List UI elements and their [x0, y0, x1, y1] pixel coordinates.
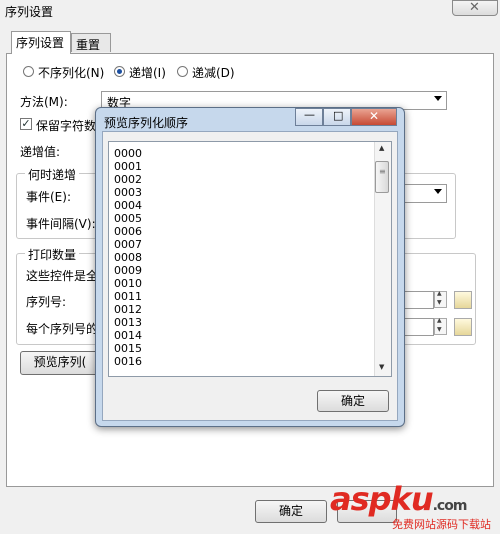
- event-select[interactable]: [402, 184, 447, 203]
- preview-ok-button[interactable]: 确定: [317, 390, 389, 412]
- sequence-item[interactable]: 0016: [114, 355, 142, 368]
- tab-label: 重置: [76, 38, 101, 52]
- title-bar: [0, 0, 500, 20]
- print-desc: 这些控件是全: [26, 269, 99, 283]
- sequence-item[interactable]: 0015: [114, 342, 142, 355]
- close-icon: ✕: [369, 109, 380, 123]
- event-label: 事件(E):: [26, 190, 71, 204]
- increment-label: 递增值:: [20, 145, 61, 159]
- serial-input[interactable]: [404, 291, 434, 309]
- button-label: 预览序列(: [33, 355, 87, 369]
- sequence-item[interactable]: 0012: [114, 303, 142, 316]
- close-icon: ✕: [469, 0, 480, 15]
- sequence-item[interactable]: 0005: [114, 212, 142, 225]
- button-label: 确定: [340, 394, 365, 408]
- button-label: 确定: [278, 504, 303, 518]
- watermark-logo: aspku.com: [330, 480, 467, 518]
- serial-spinner[interactable]: [434, 290, 447, 308]
- sequence-item[interactable]: 0014: [114, 329, 142, 342]
- minimize-button[interactable]: —: [295, 108, 323, 126]
- chevron-down-icon: [434, 96, 442, 101]
- radio-decrement[interactable]: [177, 66, 188, 77]
- watermark-subtitle: 免费网站源码下载站: [392, 518, 491, 531]
- sequence-item[interactable]: 0007: [114, 238, 142, 251]
- ok-button[interactable]: 确定: [255, 500, 327, 523]
- keep-chars-checkbox[interactable]: ✓: [20, 118, 32, 130]
- serial-label: 序列号:: [26, 295, 67, 309]
- interval-label: 事件间隔(V):: [26, 217, 96, 231]
- each-serial-label: 每个序列号的: [26, 322, 99, 336]
- serial-picker-icon[interactable]: [454, 291, 472, 309]
- each-serial-spinner[interactable]: [434, 317, 447, 335]
- each-serial-input[interactable]: [404, 318, 434, 336]
- sequence-item[interactable]: 0008: [114, 251, 142, 264]
- radio-label: 递增(I): [129, 66, 166, 80]
- sequence-item[interactable]: 0010: [114, 277, 142, 290]
- each-serial-picker-icon[interactable]: [454, 318, 472, 336]
- sequence-item[interactable]: 0009: [114, 264, 142, 277]
- radio-label: 递减(D): [192, 66, 235, 80]
- sequence-item[interactable]: 0006: [114, 225, 142, 238]
- sequence-item[interactable]: 0003: [114, 186, 142, 199]
- group-title: 何时递增: [25, 166, 80, 183]
- preview-close-button[interactable]: ✕: [351, 108, 397, 126]
- radio-no-serialize[interactable]: [23, 66, 34, 77]
- window-title: 序列设置: [5, 5, 54, 19]
- tab-serial-settings[interactable]: 序列设置: [11, 31, 71, 54]
- group-title: 打印数量: [25, 246, 80, 263]
- keep-chars-label: 保留字符数: [36, 119, 97, 133]
- sequence-item[interactable]: 0004: [114, 199, 142, 212]
- method-label: 方法(M):: [20, 95, 68, 109]
- sequence-item[interactable]: 0011: [114, 290, 142, 303]
- scroll-down-icon[interactable]: ▼: [379, 363, 384, 371]
- sequence-item[interactable]: 0000: [114, 147, 142, 160]
- preview-sequence-button[interactable]: 预览序列(: [20, 351, 100, 375]
- maximize-icon: □: [333, 109, 344, 122]
- check-icon: ✓: [21, 117, 31, 130]
- maximize-button[interactable]: □: [323, 108, 351, 126]
- scrollbar-thumb[interactable]: ≡: [375, 161, 389, 193]
- sequence-item[interactable]: 0001: [114, 160, 142, 173]
- sequence-item[interactable]: 0002: [114, 173, 142, 186]
- preview-listbox[interactable]: 0000 0001 0002 0003 0004 0005 0006 0007 0008 0009…: [108, 141, 392, 377]
- grip-icon: ≡: [379, 167, 386, 176]
- tab-reset[interactable]: 重置: [71, 33, 111, 52]
- window-close-button[interactable]: ✕: [452, 0, 498, 16]
- radio-increment[interactable]: [114, 66, 125, 77]
- sequence-item[interactable]: 0013: [114, 316, 142, 329]
- chevron-down-icon: [434, 189, 442, 194]
- tab-label: 序列设置: [16, 36, 65, 50]
- preview-dialog-title: 预览序列化顺序: [104, 116, 189, 130]
- radio-label: 不序列化(N): [38, 66, 105, 80]
- sequence-list: 0000 0001 0002 0003 0004 0005 0006 0007 0008 0009…: [114, 147, 142, 368]
- minimize-icon: —: [304, 108, 315, 121]
- scroll-up-icon[interactable]: ▲: [379, 144, 384, 152]
